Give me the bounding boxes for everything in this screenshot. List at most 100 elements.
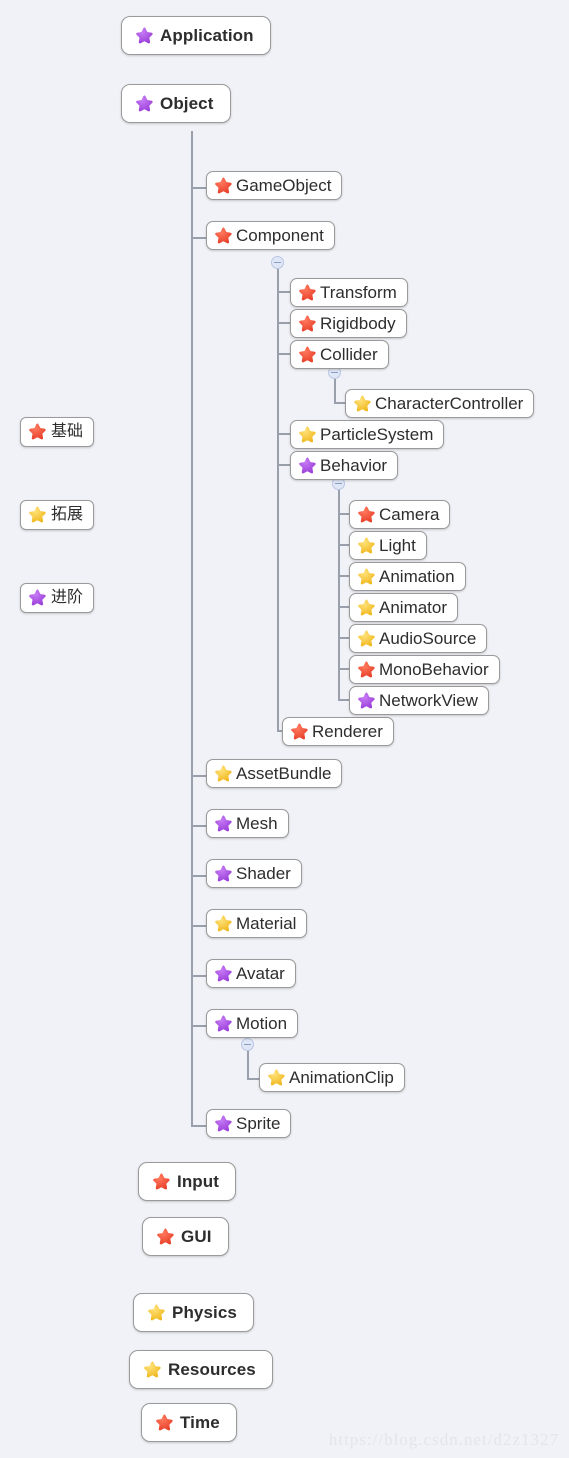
star-icon (356, 567, 376, 587)
star-icon (213, 764, 233, 784)
node-particlesystem[interactable]: ParticleSystem (290, 420, 445, 450)
node-camera[interactable]: Camera (349, 500, 451, 530)
node-label: Resources (168, 1360, 256, 1379)
star-icon (297, 314, 317, 334)
node-label: Shader (236, 864, 291, 883)
star-icon (27, 588, 47, 608)
star-icon (213, 1114, 233, 1134)
toggle-motion[interactable] (241, 1038, 254, 1051)
stub-assetbundle (191, 775, 207, 777)
stub-collider (277, 353, 291, 355)
star-icon (352, 394, 372, 414)
star-icon (213, 176, 233, 196)
star-icon (297, 345, 317, 365)
star-icon (213, 1014, 233, 1034)
node-label: Rigidbody (320, 314, 396, 333)
star-icon (134, 26, 154, 46)
legend-item-extension: 拓展 (20, 500, 95, 530)
legend-item-basic: 基础 (20, 417, 95, 447)
node-label: GameObject (236, 176, 332, 195)
node-networkview[interactable]: NetworkView (349, 686, 489, 716)
node-transform[interactable]: Transform (290, 278, 408, 308)
legend-item-advanced: 进阶 (20, 583, 95, 613)
toggle-component[interactable] (271, 256, 284, 269)
stub-motion (191, 1025, 207, 1027)
node-motion[interactable]: Motion (206, 1009, 299, 1039)
node-monobehavior[interactable]: MonoBehavior (349, 655, 500, 685)
star-icon (213, 914, 233, 934)
stub-gameobject (191, 187, 207, 189)
star-icon (266, 1068, 286, 1088)
node-label: Input (177, 1172, 220, 1191)
legend-item-label: 拓展 (51, 506, 84, 523)
node-label: Object (160, 94, 214, 113)
node-label: Camera (379, 505, 440, 524)
node-time[interactable]: Time (141, 1403, 237, 1443)
node-label: CharacterController (375, 394, 524, 413)
star-icon (151, 1172, 171, 1192)
node-behavior[interactable]: Behavior (290, 451, 399, 481)
node-audiosource[interactable]: AudioSource (349, 624, 488, 654)
node-label: Application (160, 26, 254, 45)
stub-shader (191, 875, 207, 877)
stub-behavior (277, 464, 291, 466)
star-icon (27, 422, 47, 442)
node-physics[interactable]: Physics (133, 1293, 254, 1333)
stub-avatar (191, 975, 207, 977)
node-gameobject[interactable]: GameObject (206, 171, 343, 201)
node-application[interactable]: Application (121, 16, 271, 56)
legend-item-label: 进阶 (51, 589, 84, 606)
stub-rigidbody (277, 322, 291, 324)
star-icon (297, 425, 317, 445)
node-label: MonoBehavior (379, 660, 489, 679)
node-object[interactable]: Object (121, 84, 231, 124)
node-label: Transform (320, 283, 397, 302)
node-material[interactable]: Material (206, 909, 308, 939)
node-mesh[interactable]: Mesh (206, 809, 289, 839)
star-icon (213, 964, 233, 984)
node-label: Animator (379, 598, 448, 617)
node-renderer[interactable]: Renderer (282, 717, 394, 747)
node-sprite[interactable]: Sprite (206, 1109, 292, 1139)
node-assetbundle[interactable]: AssetBundle (206, 759, 343, 789)
star-icon (155, 1227, 175, 1247)
node-avatar[interactable]: Avatar (206, 959, 296, 989)
star-icon (213, 226, 233, 246)
stub-material (191, 925, 207, 927)
node-animator[interactable]: Animator (349, 593, 459, 623)
node-input[interactable]: Input (138, 1162, 237, 1202)
node-charactercontroller[interactable]: CharacterController (345, 389, 535, 419)
star-icon (297, 456, 317, 476)
node-label: Physics (172, 1303, 237, 1322)
node-collider[interactable]: Collider (290, 340, 389, 370)
node-gui[interactable]: GUI (142, 1217, 229, 1257)
node-label: Motion (236, 1014, 288, 1033)
watermark: https://blog.csdn.net/d2z1327 (328, 1430, 559, 1449)
node-shader[interactable]: Shader (206, 859, 302, 889)
star-icon (146, 1303, 166, 1323)
node-label: Renderer (312, 722, 383, 741)
star-icon (289, 722, 309, 742)
node-label: AnimationClip (289, 1068, 394, 1087)
legend-item-label: 基础 (51, 423, 84, 440)
node-label: Time (180, 1413, 220, 1432)
node-label: GUI (181, 1227, 212, 1246)
star-icon (356, 629, 376, 649)
node-component[interactable]: Component (206, 221, 335, 251)
node-resources[interactable]: Resources (129, 1350, 273, 1390)
stub-sprite (191, 1125, 207, 1127)
node-label: Mesh (236, 814, 278, 833)
node-rigidbody[interactable]: Rigidbody (290, 309, 407, 339)
node-animationclip[interactable]: AnimationClip (259, 1063, 405, 1093)
stub-particlesystem (277, 433, 291, 435)
star-icon (356, 691, 376, 711)
node-label: Material (236, 914, 297, 933)
node-label: Behavior (320, 456, 388, 475)
node-animation[interactable]: Animation (349, 562, 466, 592)
node-light[interactable]: Light (349, 531, 427, 561)
stub-component (191, 237, 207, 239)
star-icon (356, 536, 376, 556)
node-label: Light (379, 536, 416, 555)
node-label: ParticleSystem (320, 425, 434, 444)
node-label: Component (236, 226, 324, 245)
